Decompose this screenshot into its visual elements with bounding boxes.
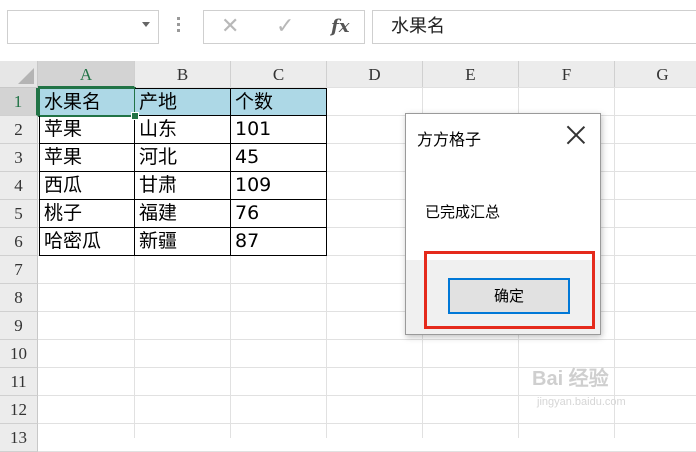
insert-function-icon[interactable]: fx: [331, 16, 349, 37]
drag-handle-icon[interactable]: [177, 17, 180, 35]
row-header-1[interactable]: 1: [0, 88, 38, 116]
close-icon[interactable]: [566, 125, 586, 145]
row-header-5[interactable]: 5: [0, 200, 38, 228]
table-cell[interactable]: 甘肃: [135, 172, 231, 200]
row-header-10[interactable]: 10: [0, 340, 38, 368]
table-cell[interactable]: 福建: [135, 200, 231, 228]
table-cell[interactable]: 山东: [135, 116, 231, 144]
table-cell[interactable]: 河北: [135, 144, 231, 172]
table-cell[interactable]: 101: [231, 116, 327, 144]
row-header-11[interactable]: 11: [0, 368, 38, 396]
column-header-g[interactable]: G: [615, 61, 696, 88]
watermark-logo: Bai 经验: [532, 368, 609, 390]
row-header-6[interactable]: 6: [0, 228, 38, 256]
table-cell[interactable]: 苹果: [39, 116, 135, 144]
row-header-3[interactable]: 3: [0, 144, 38, 172]
name-box[interactable]: [7, 10, 159, 44]
header-cell[interactable]: 产地: [135, 88, 231, 116]
row-header-4[interactable]: 4: [0, 172, 38, 200]
column-header-c[interactable]: C: [231, 61, 327, 88]
column-header-e[interactable]: E: [423, 61, 519, 88]
row-header-2[interactable]: 2: [0, 116, 38, 144]
row-header-8[interactable]: 8: [0, 284, 38, 312]
table-cell[interactable]: 76: [231, 200, 327, 228]
table-cell[interactable]: 87: [231, 228, 327, 256]
gridline-row: [38, 423, 696, 424]
table-cell[interactable]: 哈密瓜: [39, 228, 135, 256]
column-header-d[interactable]: D: [327, 61, 423, 88]
select-all-button[interactable]: [0, 61, 38, 88]
gridline-col: [614, 88, 615, 438]
column-header-b[interactable]: B: [135, 61, 231, 88]
table-cell[interactable]: 西瓜: [39, 172, 135, 200]
gridline-row: [38, 339, 696, 340]
watermark-url: jingyan.baidu.com: [537, 396, 626, 408]
row-header-9[interactable]: 9: [0, 312, 38, 340]
header-cell[interactable]: 水果名: [38, 87, 136, 117]
formula-bar: ✕ ✓ fx 水果名: [0, 0, 696, 58]
header-cell[interactable]: 个数: [231, 88, 327, 116]
cancel-icon[interactable]: ✕: [221, 14, 239, 39]
table-cell[interactable]: 桃子: [39, 200, 135, 228]
column-header-f[interactable]: F: [519, 61, 615, 88]
row-header-13[interactable]: 13: [0, 424, 38, 452]
table-cell[interactable]: 109: [231, 172, 327, 200]
table-cell[interactable]: 苹果: [39, 144, 135, 172]
chevron-down-icon[interactable]: [142, 22, 150, 27]
table-cell[interactable]: 45: [231, 144, 327, 172]
table-cell[interactable]: 新疆: [135, 228, 231, 256]
dialog-message: 已完成汇总: [425, 203, 501, 221]
annotation-highlight-box: [424, 251, 595, 329]
formula-input[interactable]: 水果名: [372, 10, 696, 44]
fill-handle[interactable]: [131, 112, 139, 120]
column-header-a[interactable]: A: [38, 61, 135, 88]
formula-buttons: ✕ ✓ fx: [203, 10, 365, 44]
row-header-7[interactable]: 7: [0, 256, 38, 284]
enter-icon[interactable]: ✓: [276, 14, 294, 39]
row-header-12[interactable]: 12: [0, 396, 38, 424]
dialog-title: 方方格子: [417, 130, 482, 149]
